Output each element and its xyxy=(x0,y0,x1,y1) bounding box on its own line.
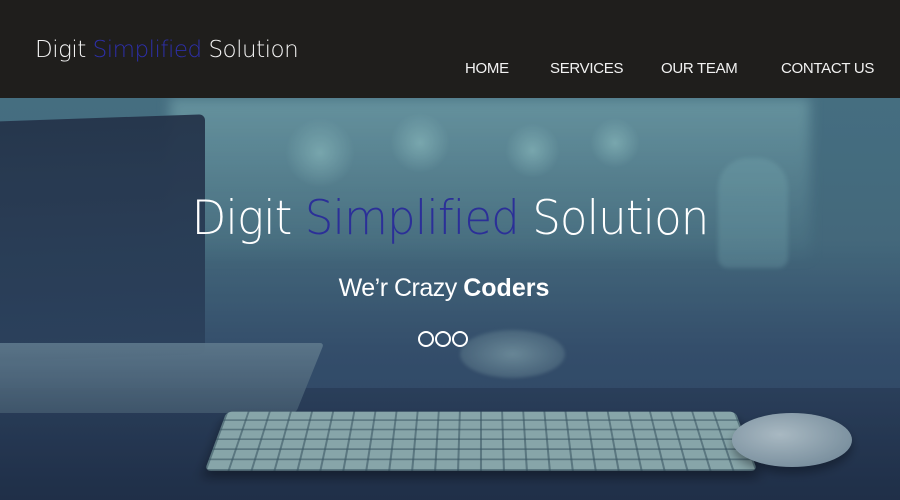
slider-pagination xyxy=(418,331,470,349)
hero-banner: Digit Simplified Solution We’r Crazy Cod… xyxy=(0,98,900,500)
hero-title-part-1: Digit xyxy=(191,191,305,246)
tagline-text: We’r Crazy xyxy=(338,274,464,302)
tagline-emphasis: Coders xyxy=(463,274,550,302)
nav-contact-us-link[interactable]: CONTACT US xyxy=(781,60,874,77)
hero-title-part-3: Solution xyxy=(518,191,709,246)
nav-home-link[interactable]: HOME xyxy=(465,60,509,77)
site-header: Digit Simplified Solution HOME SERVICES … xyxy=(0,0,900,98)
slider-dot-2[interactable] xyxy=(435,331,451,347)
hero-title: Digit Simplified Solution xyxy=(18,191,882,246)
main-nav: HOME SERVICES OUR TEAM CONTACT US xyxy=(0,60,900,80)
hero-title-part-2: Simplified xyxy=(304,191,520,246)
slider-dot-1[interactable] xyxy=(418,331,434,347)
nav-services-link[interactable]: SERVICES xyxy=(550,60,623,77)
nav-our-team-link[interactable]: OUR TEAM xyxy=(661,60,738,77)
hero-tagline: We’r Crazy Coders xyxy=(0,274,888,303)
slider-dot-3[interactable] xyxy=(452,331,468,347)
